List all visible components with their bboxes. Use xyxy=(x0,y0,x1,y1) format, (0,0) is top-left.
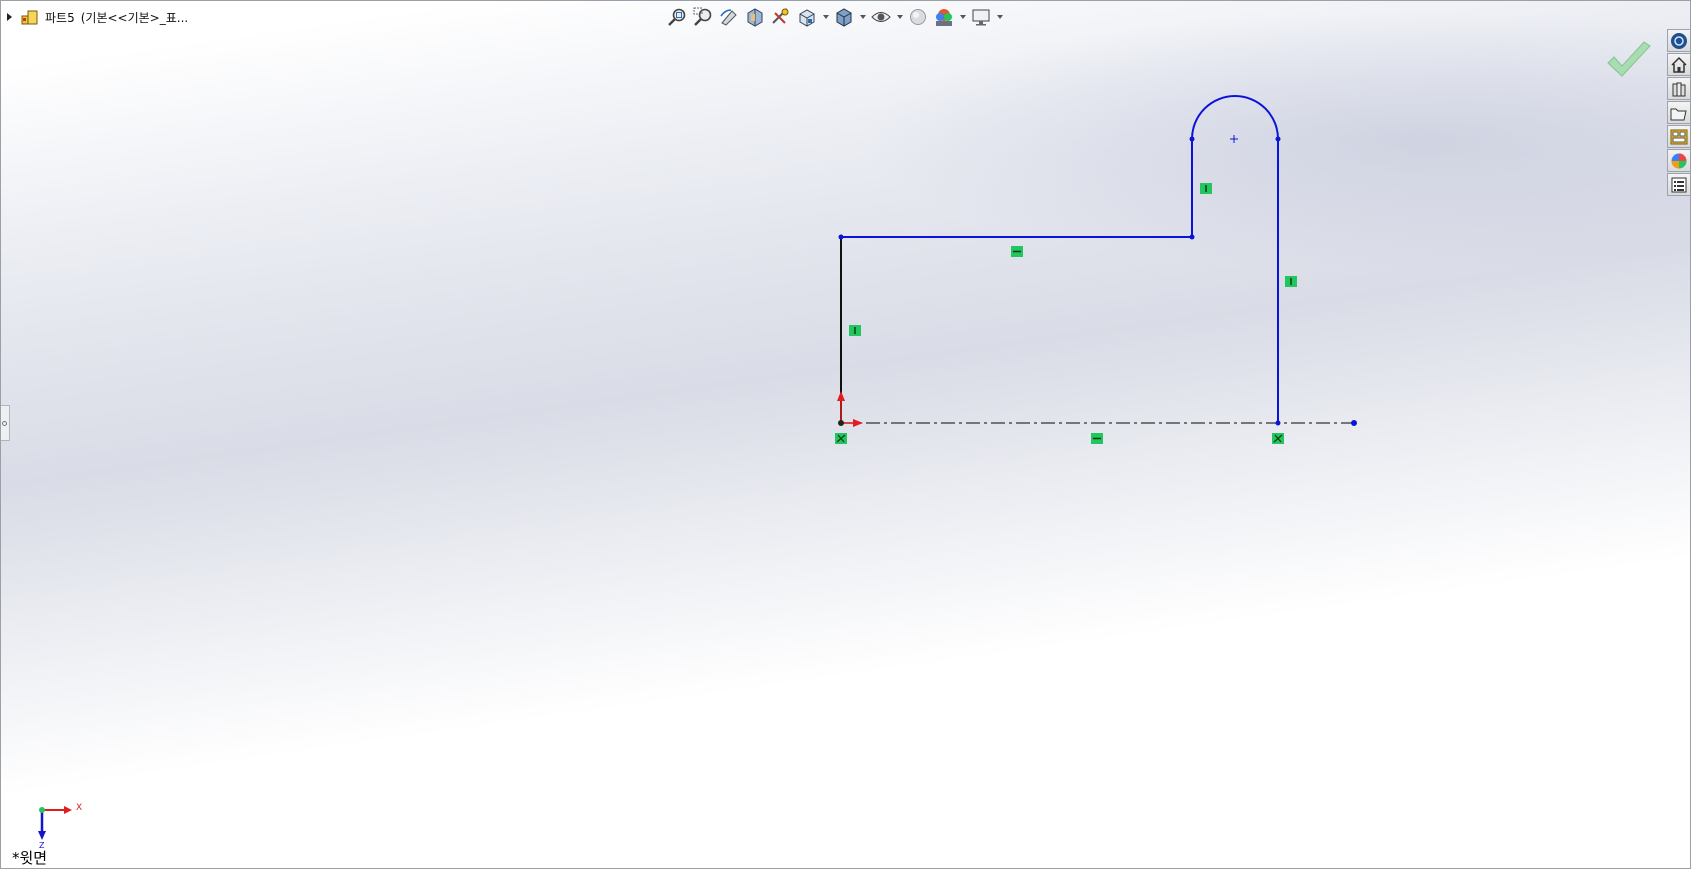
sketch-point[interactable] xyxy=(1275,136,1281,142)
arc-center-point[interactable] xyxy=(1230,135,1238,143)
vertical-relation-badge[interactable] xyxy=(1285,276,1297,287)
coincident-relation-badge[interactable] xyxy=(1272,433,1284,444)
sketch-canvas[interactable] xyxy=(1,1,1691,869)
sketch-point[interactable] xyxy=(1351,420,1357,426)
triad-x-label: X xyxy=(76,803,82,813)
sketch-point[interactable] xyxy=(1189,234,1195,240)
graphics-area[interactable]: 파트5 (기본<<기본>_표... X Z *윗면 xyxy=(0,0,1691,869)
vertical-relation-badge[interactable] xyxy=(1200,183,1212,194)
horizontal-relation-badge[interactable] xyxy=(1011,246,1023,257)
reference-triad[interactable]: X Z xyxy=(31,798,91,848)
sketch-point[interactable] xyxy=(1275,420,1281,426)
horizontal-relation-badge[interactable] xyxy=(1091,433,1103,444)
sketch-arc[interactable] xyxy=(1191,95,1279,140)
coincident-relation-badge[interactable] xyxy=(835,433,847,444)
sketch-point[interactable] xyxy=(838,234,844,240)
sketch-point[interactable] xyxy=(1189,136,1195,142)
vertical-relation-badge[interactable] xyxy=(849,325,861,336)
view-orientation-label: *윗면 xyxy=(12,849,48,867)
sketch-origin[interactable] xyxy=(837,391,863,427)
